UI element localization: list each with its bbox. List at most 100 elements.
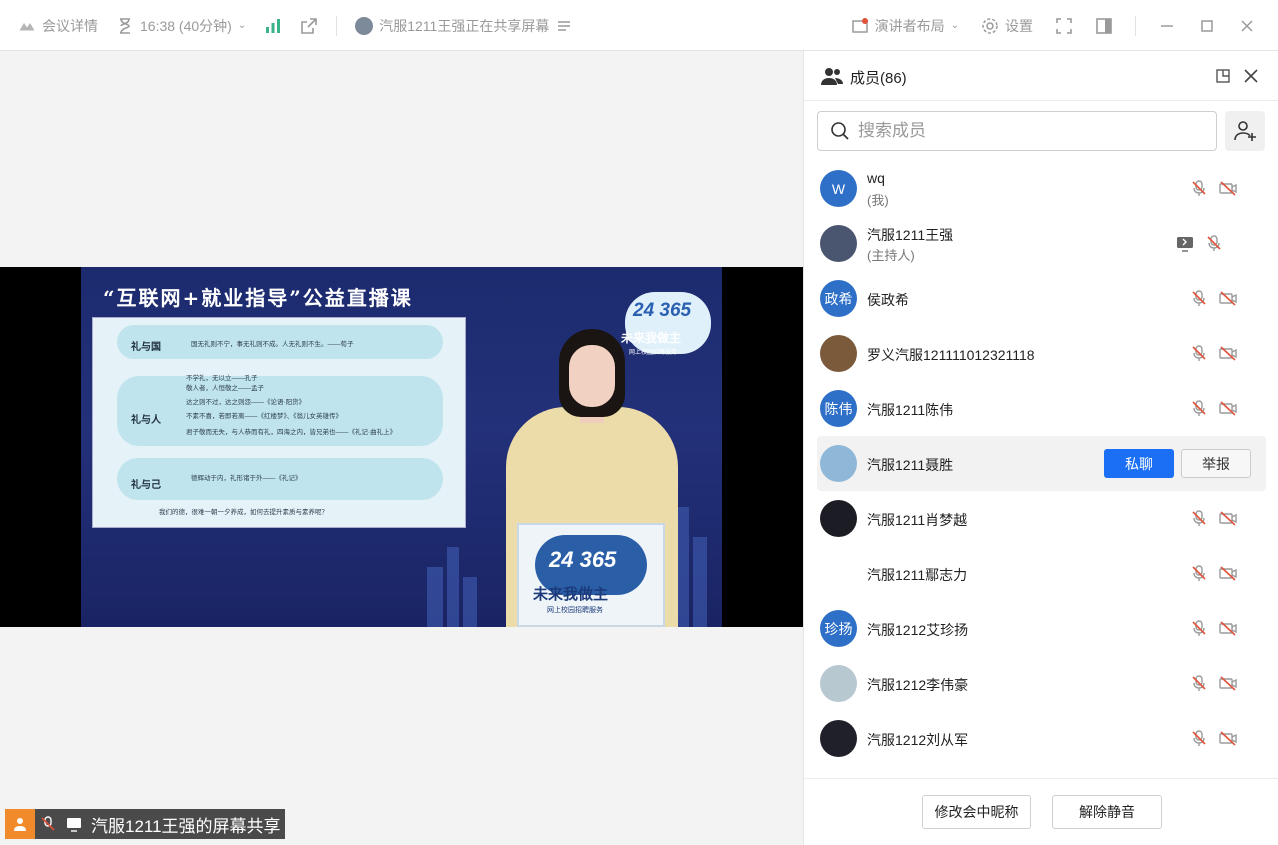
meeting-details-button[interactable]: 会议详情 xyxy=(18,0,98,51)
avatar[interactable] xyxy=(820,500,857,537)
chevron-down-icon: ⌄ xyxy=(237,20,247,31)
member-status-icons xyxy=(1190,289,1238,312)
close-window-icon[interactable] xyxy=(1238,17,1256,35)
member-row[interactable]: 汽服1211王强 (主持人) xyxy=(817,216,1266,271)
shared-screen-video[interactable]: “互联网+就业指导”公益直播课 礼与国 国无礼则不宁，事无礼则不成。人无礼则不生… xyxy=(0,267,803,627)
mic-off-icon[interactable] xyxy=(1190,729,1208,752)
invite-member-button[interactable] xyxy=(1225,111,1265,151)
mic-off-icon[interactable] xyxy=(1190,289,1208,312)
camera-off-icon[interactable] xyxy=(1218,729,1238,752)
divider xyxy=(336,15,338,36)
avatar[interactable]: W xyxy=(820,170,857,207)
avatar[interactable] xyxy=(820,225,857,262)
screen-share-icon xyxy=(61,809,87,839)
member-name: 汽服1212李伟豪 xyxy=(867,677,969,693)
side-panel-toggle-icon[interactable] xyxy=(1095,17,1113,35)
sharer-status[interactable]: 汽服1211王强正在共享屏幕 xyxy=(355,0,573,51)
close-icon[interactable] xyxy=(1243,68,1259,84)
avatar[interactable]: 政希 xyxy=(820,280,857,317)
mic-off-icon[interactable] xyxy=(1190,344,1208,367)
camera-off-icon[interactable] xyxy=(1218,619,1238,642)
camera-off-icon[interactable] xyxy=(1218,674,1238,697)
share-tag-label: 汽服1211王强的屏幕共享 xyxy=(91,816,281,836)
member-search[interactable] xyxy=(817,111,1217,151)
avatar[interactable] xyxy=(820,720,857,757)
members-panel: 成员(86) Wwq (我) 汽服1211王强 (主持人) 政希侯政希罗义汽服12111… xyxy=(803,51,1278,845)
member-row[interactable]: 罗义汽服121111012321118 xyxy=(817,326,1266,381)
member-status-icons xyxy=(1190,674,1238,697)
unmute-button[interactable]: 解除静音 xyxy=(1052,795,1162,829)
camera-off-icon[interactable] xyxy=(1218,344,1238,367)
mic-off-icon[interactable] xyxy=(1190,509,1208,532)
search-input[interactable] xyxy=(858,121,1198,141)
layout-dropdown[interactable]: 演讲者布局 ⌄ xyxy=(851,0,959,51)
member-list: Wwq (我) 汽服1211王强 (主持人) 政希 侯政希罗义汽服121111012321… xyxy=(804,161,1278,778)
camera-off-icon[interactable] xyxy=(1218,509,1238,532)
avatar[interactable] xyxy=(820,445,857,482)
member-row[interactable]: 汽服1211聂胜 私聊 举报 xyxy=(817,436,1266,491)
slide-row-text: 君子敬而无失，与人恭而有礼，四海之内，皆兄弟也——《礼记·曲礼上》 xyxy=(186,429,397,436)
mic-off-icon[interactable] xyxy=(1190,619,1208,642)
slide-content-panel: 礼与国 国无礼则不宁，事无礼则不成。人无礼则不生。——荀子 礼与人 不学礼，无以… xyxy=(92,317,466,528)
camera-off-icon[interactable] xyxy=(1218,289,1238,312)
mic-off-icon[interactable] xyxy=(1190,674,1208,697)
member-row[interactable]: 陈伟 汽服1211陈伟 xyxy=(817,381,1266,436)
member-name: 汽服1211陈伟 xyxy=(867,402,954,418)
screen-share-icon[interactable] xyxy=(1175,234,1195,257)
slide-row-label: 礼与人 xyxy=(131,415,161,426)
main-stage: “互联网+就业指导”公益直播课 礼与国 国无礼则不宁，事无礼则不成。人无礼则不生… xyxy=(0,51,803,845)
avatar[interactable]: 陈伟 xyxy=(820,390,857,427)
member-name: 汽服1211鄢志力 xyxy=(867,567,968,583)
member-status-icons xyxy=(1190,729,1238,752)
minimize-icon[interactable] xyxy=(1158,17,1176,35)
mic-off-icon[interactable] xyxy=(1190,399,1208,422)
avatar[interactable]: 珍扬 xyxy=(820,610,857,647)
camera-off-icon[interactable] xyxy=(1218,564,1238,587)
member-row[interactable]: 汽服1211鄢志力 xyxy=(817,546,1266,601)
camera-off-icon[interactable] xyxy=(1218,399,1238,422)
member-status-icons xyxy=(1190,399,1238,422)
fullscreen-icon[interactable] xyxy=(1055,17,1073,35)
member-name: 汽服1212艾珍扬 xyxy=(867,622,969,638)
mic-off-icon[interactable] xyxy=(1205,234,1223,257)
member-row[interactable]: 珍扬 汽服1212艾珍扬 xyxy=(817,601,1266,656)
member-row[interactable]: 政希 侯政希 xyxy=(817,271,1266,326)
building-decor xyxy=(693,537,707,627)
timer-dropdown[interactable]: 16:38 (40分钟) ⌄ xyxy=(116,0,246,51)
camera-off-icon[interactable] xyxy=(1218,179,1238,202)
member-name: 汽服1211肖梦越 xyxy=(867,512,968,528)
mic-off-icon[interactable] xyxy=(1190,179,1208,202)
building-decor xyxy=(463,577,477,627)
settings-button[interactable]: 设置 xyxy=(981,0,1033,51)
maximize-icon[interactable] xyxy=(1198,17,1216,35)
member-name: 罗义汽服121111012321118 xyxy=(867,347,1035,363)
mic-off-icon xyxy=(35,809,61,839)
meeting-details-label: 会议详情 xyxy=(42,17,98,34)
member-name: 汽服1211王强 xyxy=(867,227,954,243)
slide-footer-text: 我们的德，很难一朝一夕养成，如何去提升素质与素养呢？ xyxy=(159,509,328,516)
member-name: wq xyxy=(867,170,885,186)
rename-button[interactable]: 修改会中昵称 xyxy=(922,795,1031,829)
member-row[interactable]: 汽服1211肖梦越 xyxy=(817,491,1266,546)
report-button[interactable]: 举报 xyxy=(1181,449,1251,478)
slide-row-text: 国无礼则不宁，事无礼则不成。人无礼则不生。——荀子 xyxy=(191,341,354,348)
member-status-icons xyxy=(1190,564,1238,587)
avatar[interactable] xyxy=(820,555,857,592)
private-chat-button[interactable]: 私聊 xyxy=(1104,449,1174,478)
member-row[interactable]: 汽服1212李伟豪 xyxy=(817,656,1266,711)
mic-off-icon[interactable] xyxy=(1190,564,1208,587)
member-status-icons xyxy=(1175,234,1223,257)
members-panel-title: 成员(86) xyxy=(850,70,907,87)
member-row[interactable]: 汽服1212刘从军 xyxy=(817,711,1266,766)
member-status-icons xyxy=(1190,619,1238,642)
top-bar: 会议详情 16:38 (40分钟) ⌄ 汽服1211王强正在共享屏幕 演讲者布局… xyxy=(0,0,1278,51)
member-row[interactable]: Wwq (我) xyxy=(817,161,1266,216)
signal-bars-icon[interactable] xyxy=(264,17,282,35)
logo-text: 未来我做主 xyxy=(621,331,682,345)
external-link-icon[interactable] xyxy=(300,17,318,35)
avatar[interactable] xyxy=(820,335,857,372)
popout-icon[interactable] xyxy=(1215,68,1231,84)
building-decor xyxy=(447,547,459,627)
avatar[interactable] xyxy=(820,665,857,702)
screen-share-tag: 汽服1211王强的屏幕共享 xyxy=(5,809,285,839)
